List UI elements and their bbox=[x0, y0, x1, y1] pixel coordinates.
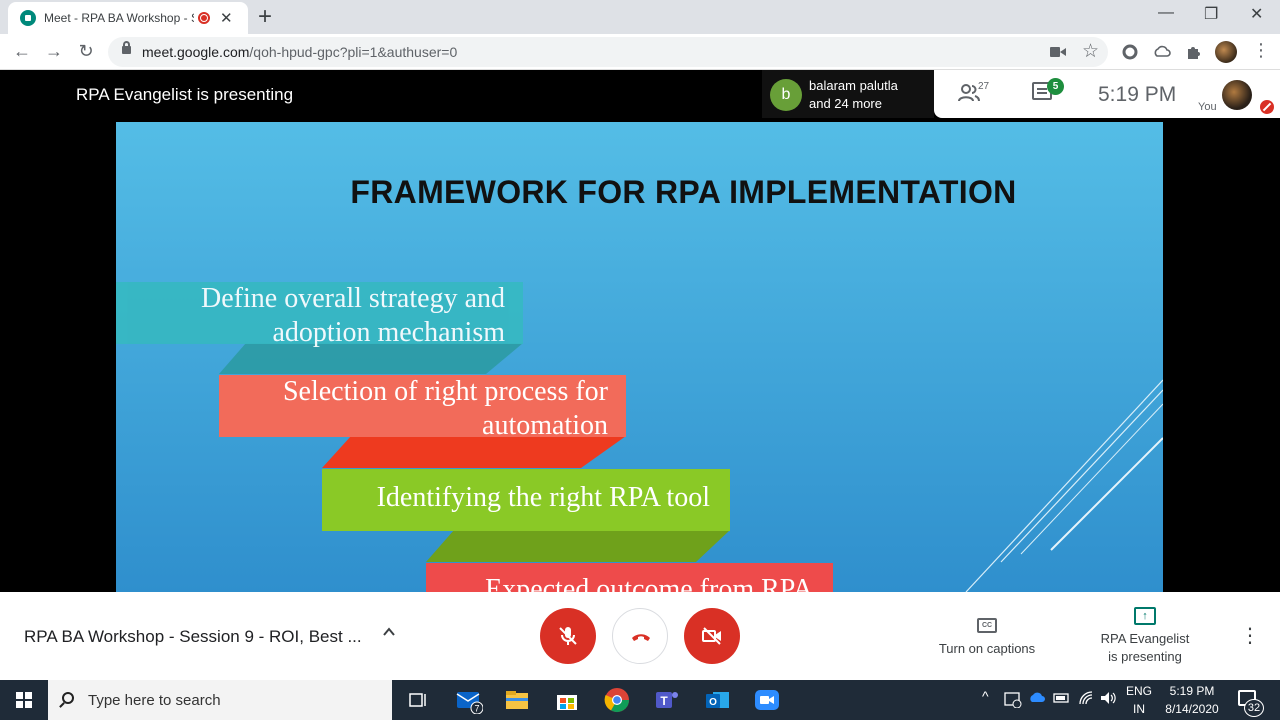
wifi-icon[interactable] bbox=[1078, 690, 1096, 706]
meet-header: RPA Evangelist is presenting b balaram p… bbox=[0, 70, 1280, 122]
lock-icon[interactable] bbox=[122, 41, 131, 54]
language-line-2: IN bbox=[1133, 702, 1145, 716]
camera-off-icon bbox=[702, 627, 721, 645]
meeting-title[interactable]: RPA BA Workshop - Session 9 - ROI, Best … bbox=[24, 627, 362, 647]
microphone-toggle-button[interactable] bbox=[540, 608, 596, 664]
browser-toolbar: ← → ↻ meet.google.com/qoh-hpud-gpc?pli=1… bbox=[0, 34, 1280, 70]
decorative-diagonal-lines bbox=[965, 379, 1163, 592]
present-screen-icon: ↑ bbox=[1134, 607, 1156, 625]
taskbar-search-box[interactable]: Type here to search bbox=[48, 680, 392, 720]
outlook-app-icon[interactable]: O bbox=[703, 686, 731, 714]
chevron-up-icon[interactable] bbox=[382, 625, 396, 639]
people-icon[interactable] bbox=[958, 84, 980, 102]
microsoft-store-icon[interactable] bbox=[553, 686, 581, 714]
window-close-button[interactable]: ✕ bbox=[1250, 4, 1263, 24]
extension-cloud-icon[interactable] bbox=[1153, 44, 1171, 60]
url-host: meet.google.com bbox=[142, 44, 250, 60]
svg-text:O: O bbox=[709, 697, 717, 708]
tab-close-icon[interactable]: ✕ bbox=[220, 9, 233, 27]
url-text[interactable]: meet.google.com/qoh-hpud-gpc?pli=1&authu… bbox=[142, 44, 457, 60]
mic-off-icon bbox=[559, 627, 577, 645]
video-camera-icon[interactable] bbox=[1050, 46, 1066, 58]
joined-text: balaram palutla and 24 more bbox=[809, 77, 898, 113]
onedrive-icon[interactable] bbox=[1028, 690, 1046, 706]
presenter-avatar bbox=[24, 76, 60, 112]
windows-taskbar: Type here to search 7 T O ^ ENG IN 5:19 … bbox=[0, 680, 1280, 720]
hang-up-icon bbox=[632, 634, 650, 641]
restore-button[interactable]: ❐ bbox=[1204, 4, 1218, 24]
taskbar-time: 5:19 PM bbox=[1169, 684, 1215, 698]
url-path: /qoh-hpud-gpc?pli=1&authuser=0 bbox=[249, 44, 458, 60]
joined-user-name: balaram palutla bbox=[809, 78, 898, 93]
self-avatar[interactable] bbox=[1222, 80, 1252, 110]
mail-badge: 7 bbox=[474, 704, 479, 714]
notification-count: 32 bbox=[1244, 699, 1264, 717]
extension-circle-icon[interactable] bbox=[1122, 44, 1138, 60]
meet-info-panel: 27 5 5:19 PM You bbox=[934, 70, 1280, 118]
forward-button[interactable]: → bbox=[42, 40, 66, 62]
presenting-label-line-1: RPA Evangelist bbox=[1100, 631, 1190, 646]
meet-favicon-icon bbox=[20, 10, 36, 26]
captions-button[interactable]: CC Turn on captions bbox=[928, 614, 1046, 656]
file-explorer-icon[interactable] bbox=[503, 686, 531, 714]
captions-label: Turn on captions bbox=[938, 641, 1036, 656]
joined-user-avatar: b bbox=[770, 79, 802, 111]
presentation-slide: FRAMEWORK FOR RPA IMPLEMENTATION Define … bbox=[116, 122, 1163, 592]
closed-captions-icon: CC bbox=[977, 618, 997, 633]
presenting-label: RPA Evangelist is presenting bbox=[1090, 630, 1200, 666]
back-button[interactable]: ← bbox=[10, 40, 34, 62]
address-bar[interactable]: meet.google.com/qoh-hpud-gpc?pli=1&authu… bbox=[108, 37, 1108, 67]
presenting-banner: RPA Evangelist is presenting bbox=[76, 85, 294, 104]
chat-badge: 5 bbox=[1047, 78, 1064, 95]
camera-toggle-button[interactable] bbox=[684, 608, 740, 664]
language-line-1: ENG bbox=[1125, 684, 1152, 698]
browser-tab[interactable]: Meet - RPA BA Workshop - S ✕ bbox=[8, 2, 248, 34]
self-mic-off-icon bbox=[1260, 100, 1274, 114]
svg-text:T: T bbox=[660, 694, 668, 708]
search-icon bbox=[62, 692, 74, 704]
mail-app-icon[interactable]: 7 bbox=[455, 686, 483, 714]
reload-button[interactable]: ↻ bbox=[74, 40, 98, 62]
leave-call-button[interactable] bbox=[612, 608, 668, 664]
meet-bottom-bar: RPA BA Workshop - Session 9 - ROI, Best … bbox=[0, 592, 1280, 680]
chrome-app-icon[interactable] bbox=[603, 686, 631, 714]
presenting-label-line-2: is presenting bbox=[1108, 649, 1182, 664]
windows-start-icon[interactable] bbox=[16, 692, 32, 708]
task-view-icon[interactable] bbox=[404, 686, 432, 714]
participants-count: 27 bbox=[978, 81, 990, 92]
you-label: You bbox=[1198, 101, 1217, 113]
recording-indicator-icon bbox=[198, 12, 210, 24]
tray-chevron-up-icon[interactable]: ^ bbox=[982, 688, 989, 704]
search-placeholder: Type here to search bbox=[88, 692, 221, 709]
browser-tab-strip: Meet - RPA BA Workshop - S ✕ + — ❐ ✕ bbox=[0, 0, 1280, 34]
volume-icon[interactable] bbox=[1100, 690, 1118, 706]
presenting-button[interactable]: ↑ RPA Evangelist is presenting bbox=[1090, 606, 1200, 666]
battery-icon[interactable] bbox=[1053, 690, 1071, 706]
taskbar-clock[interactable]: 5:19 PM 8/14/2020 bbox=[1160, 682, 1224, 718]
join-notification: b balaram palutla and 24 more bbox=[762, 70, 934, 118]
star-icon[interactable]: ☆ bbox=[1082, 40, 1099, 63]
tray-system-icon[interactable] bbox=[1004, 690, 1022, 708]
joined-more: and 24 more bbox=[809, 96, 882, 111]
puzzle-icon[interactable] bbox=[1186, 44, 1202, 60]
meeting-clock: 5:19 PM bbox=[1098, 83, 1177, 106]
new-tab-button[interactable]: + bbox=[258, 3, 272, 31]
taskbar-date: 8/14/2020 bbox=[1165, 702, 1219, 716]
kebab-menu-icon[interactable]: ⋮ bbox=[1252, 40, 1270, 61]
minimize-button[interactable]: — bbox=[1158, 4, 1174, 22]
zoom-app-icon[interactable] bbox=[753, 686, 781, 714]
language-indicator[interactable]: ENG IN bbox=[1124, 682, 1154, 718]
profile-avatar[interactable] bbox=[1215, 41, 1237, 63]
tab-title: Meet - RPA BA Workshop - S bbox=[44, 11, 194, 25]
teams-app-icon[interactable]: T bbox=[653, 686, 681, 714]
more-options-icon[interactable]: ⋮ bbox=[1240, 626, 1260, 646]
